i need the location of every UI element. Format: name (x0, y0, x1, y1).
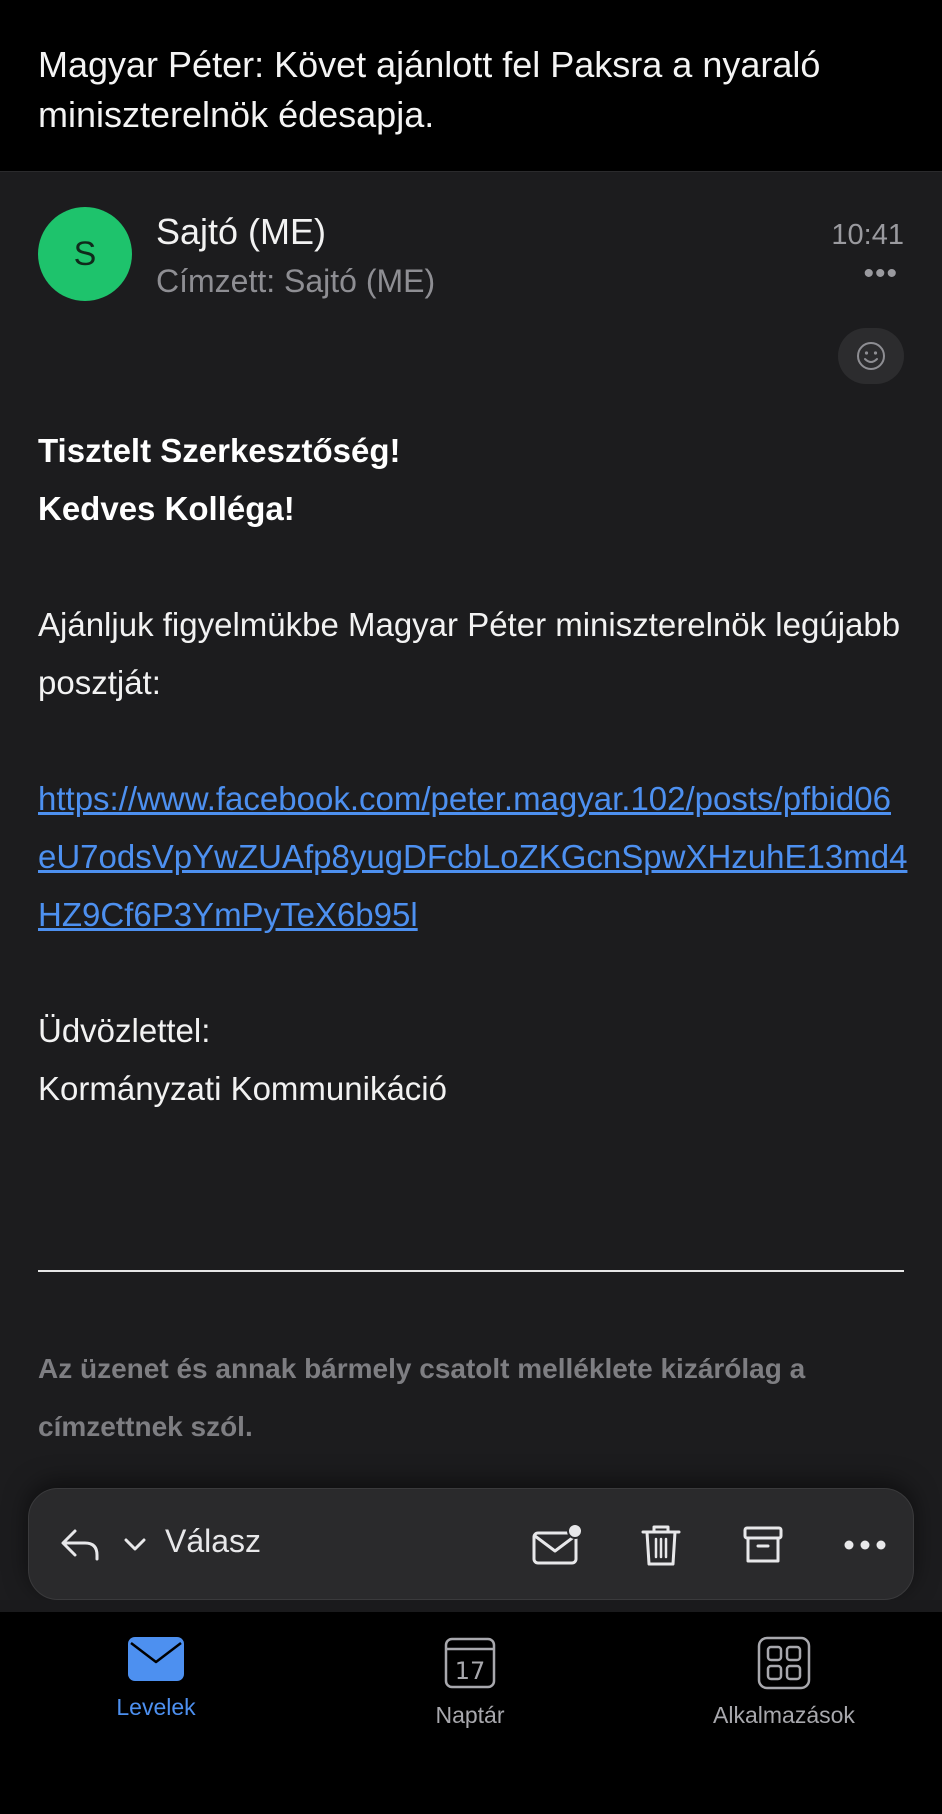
facebook-post-link[interactable]: https://www.facebook.com/peter.magyar.10… (38, 770, 908, 944)
smiley-icon (857, 342, 885, 370)
trash-icon[interactable] (629, 1489, 693, 1601)
sender-row: S Sajtó (ME) Címzett: Sajtó (ME) 10:41 •… (38, 207, 904, 307)
greeting-line-1: Tisztelt Szerkesztőség! (38, 432, 401, 469)
mail-icon (128, 1637, 184, 1681)
archive-icon[interactable] (731, 1489, 795, 1601)
received-time: 10:41 (831, 219, 904, 251)
reply-icon[interactable] (51, 1489, 111, 1601)
recipient-line[interactable]: Címzett: Sajtó (ME) (156, 263, 435, 300)
calendar-icon: 17 (444, 1637, 496, 1689)
disclaimer-text: Az üzenet és annak bármely csatolt mellé… (38, 1353, 806, 1442)
mark-unread-icon[interactable] (525, 1489, 589, 1601)
body-paragraph: Ajánljuk figyelmükbe Magyar Péter minisz… (38, 606, 901, 701)
apps-grid-icon (757, 1636, 811, 1690)
tab-label: Alkalmazások (713, 1702, 855, 1728)
svg-text:17: 17 (455, 1657, 486, 1685)
reply-button[interactable]: Válasz (165, 1523, 261, 1560)
email-subject: Magyar Péter: Követ ajánlott fel Paksra … (38, 44, 821, 135)
signature-line: Kormányzati Kommunikáció (38, 1070, 447, 1107)
chevron-down-icon[interactable] (115, 1489, 155, 1601)
signature-divider (38, 1270, 904, 1272)
sender-name[interactable]: Sajtó (ME) (156, 211, 326, 253)
tab-label: Levelek (116, 1694, 196, 1720)
email-body: Tisztelt Szerkesztőség! Kedves Kolléga! … (38, 422, 908, 1118)
tab-apps[interactable]: Alkalmazások (664, 1636, 904, 1766)
message-action-bar: Válasz (28, 1488, 914, 1600)
add-reaction-button[interactable] (838, 328, 904, 384)
greeting-line-2: Kedves Kolléga! (38, 490, 295, 527)
more-icon[interactable] (833, 1489, 897, 1601)
tab-mail[interactable]: Levelek (36, 1636, 276, 1766)
avatar[interactable]: S (38, 207, 132, 301)
bottom-tab-bar: Levelek 17 Naptár Alkalmazások (0, 1612, 942, 1814)
closing-line: Üdvözlettel: (38, 1012, 211, 1049)
subject-header: Magyar Péter: Követ ajánlott fel Paksra … (0, 0, 942, 172)
tab-calendar[interactable]: 17 Naptár (350, 1636, 590, 1766)
more-options-icon[interactable]: ••• (863, 257, 898, 291)
tab-label: Naptár (435, 1702, 505, 1728)
